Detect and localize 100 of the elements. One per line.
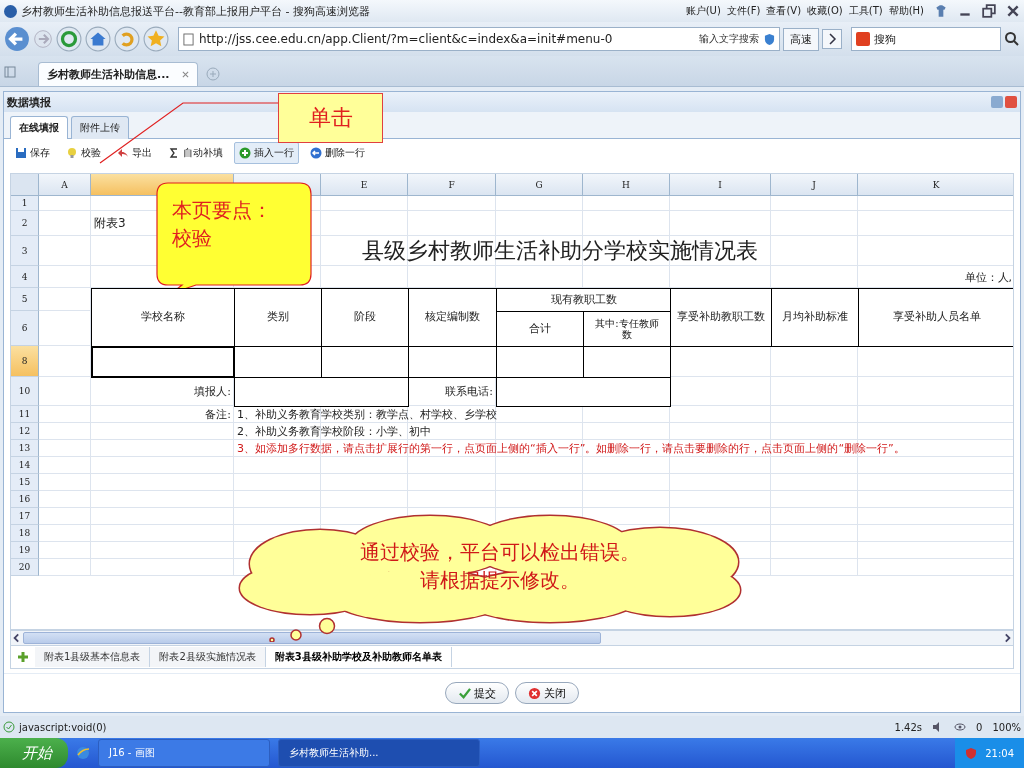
- toolbar-button[interactable]: 导出: [112, 142, 157, 164]
- menu-item[interactable]: 文件(F): [726, 4, 761, 18]
- check-circle-icon: [3, 721, 15, 733]
- reporter-label: 填报人:: [193, 384, 232, 400]
- note-box: 单击: [278, 93, 383, 143]
- table-header: 享受补助教职工数: [670, 288, 772, 347]
- column-header[interactable]: K: [858, 174, 1013, 196]
- table-header: 其中:专任教师数: [583, 311, 671, 347]
- remark-text: 2、补助义务教育学校阶段：小学、初中: [236, 424, 432, 440]
- shield-icon: [764, 32, 775, 46]
- column-header[interactable]: H: [583, 174, 670, 196]
- restore-icon[interactable]: [982, 4, 996, 18]
- sheet-title: 县级乡村教师生活补助分学校实施情况表: [361, 237, 759, 265]
- close-tab-icon[interactable]: [181, 71, 189, 78]
- sigma-icon: [168, 147, 180, 159]
- row-header[interactable]: 5: [11, 288, 39, 311]
- zoom-level[interactable]: 100%: [992, 721, 1021, 733]
- skin-icon[interactable]: [934, 4, 948, 18]
- cloud-text: 请根据提示修改。: [420, 567, 580, 594]
- column-header[interactable]: I: [670, 174, 771, 196]
- column-header[interactable]: A: [39, 174, 91, 196]
- row-header[interactable]: 17: [11, 508, 39, 525]
- close-icon: [528, 686, 541, 700]
- phone-label: 联系电话:: [444, 384, 494, 400]
- row-header[interactable]: 2: [11, 211, 39, 236]
- table-cell[interactable]: [496, 346, 584, 378]
- menu-item[interactable]: 账户(U): [685, 4, 721, 18]
- row-header[interactable]: 12: [11, 423, 39, 440]
- menu-item[interactable]: 工具(T): [848, 4, 883, 18]
- table-cell[interactable]: [408, 346, 497, 378]
- table-cell[interactable]: [321, 346, 409, 378]
- column-header[interactable]: G: [496, 174, 583, 196]
- row-header[interactable]: 3: [11, 236, 39, 266]
- table-cell[interactable]: [583, 346, 671, 378]
- row-header[interactable]: 4: [11, 266, 39, 288]
- row-header[interactable]: 10: [11, 377, 39, 406]
- blocked-count: 0: [976, 721, 983, 733]
- browser-icon[interactable]: [76, 746, 90, 760]
- reporter-field[interactable]: [234, 377, 409, 407]
- toolbar-button[interactable]: 删除一行: [305, 142, 370, 164]
- phone-field[interactable]: [496, 377, 671, 407]
- close-button[interactable]: 关闭: [515, 682, 579, 704]
- sheet-tab[interactable]: 附表1县级基本信息表: [35, 647, 151, 667]
- toolbar-button[interactable]: 保存: [10, 142, 55, 164]
- menu-item[interactable]: 收藏(O): [807, 4, 843, 18]
- sheet-tab[interactable]: 附表2县级实施情况表: [150, 647, 266, 667]
- form-tab[interactable]: 附件上传: [71, 116, 129, 139]
- menu-item[interactable]: 帮助(H): [888, 4, 924, 18]
- save-icon: [15, 147, 27, 159]
- submit-button[interactable]: 提交: [445, 682, 509, 704]
- toolbar-button[interactable]: 插入一行: [234, 142, 299, 164]
- remark-text: 3、如添加多行数据，请点击扩展行的第一行，点页面上侧的“插入一行”。如删除一行，请点击要删除的行，点击页面上侧的“删除一行”。: [236, 441, 906, 457]
- speed-mode-button[interactable]: 高速: [783, 27, 819, 51]
- row-header[interactable]: 14: [11, 457, 39, 474]
- row-header[interactable]: 1: [11, 196, 39, 211]
- column-header[interactable]: J: [771, 174, 858, 196]
- search-field[interactable]: 搜狗: [851, 27, 1001, 51]
- table-header: 享受补助人员名单: [858, 288, 1013, 347]
- row-header[interactable]: 13: [11, 440, 39, 457]
- panel-title: 数据填报: [7, 94, 51, 110]
- row-header[interactable]: 15: [11, 474, 39, 491]
- taskbar-item[interactable]: J16 - 画图: [98, 739, 270, 767]
- toolbar-button[interactable]: 自动补填: [163, 142, 228, 164]
- table-header: 核定编制数: [408, 288, 497, 347]
- row-header[interactable]: 20: [11, 559, 39, 576]
- taskbar-item[interactable]: 乡村教师生活补助...: [278, 739, 480, 767]
- page-icon: [183, 32, 194, 46]
- search-icon[interactable]: [1004, 31, 1020, 47]
- refresh-icon[interactable]: [56, 26, 82, 52]
- clock: 21:04: [985, 747, 1014, 759]
- row-header[interactable]: 11: [11, 406, 39, 423]
- form-tab[interactable]: 在线填报: [10, 116, 68, 139]
- unit-label: 单位：人,: [963, 269, 1013, 286]
- close-icon[interactable]: [1006, 4, 1020, 18]
- plus-icon: [239, 147, 251, 159]
- row-header[interactable]: 8: [11, 346, 39, 377]
- column-header[interactable]: E: [321, 174, 408, 196]
- home-icon[interactable]: [85, 26, 111, 52]
- row-header[interactable]: 19: [11, 542, 39, 559]
- sheet-label: 附表3: [93, 215, 127, 232]
- eye-icon[interactable]: [954, 721, 967, 733]
- chevron-icon[interactable]: [822, 29, 842, 49]
- browser-logo-icon: [4, 4, 17, 18]
- load-time: 1.42s: [894, 721, 923, 733]
- column-header[interactable]: F: [408, 174, 496, 196]
- table-header: 类别: [234, 288, 322, 347]
- add-sheet-icon[interactable]: [17, 651, 29, 663]
- row-header[interactable]: 6: [11, 311, 39, 346]
- table-header: 月均补助标准: [771, 288, 859, 347]
- table-header: 合计: [496, 311, 584, 347]
- table-cell[interactable]: [91, 346, 235, 378]
- table-cell[interactable]: [234, 346, 322, 378]
- table-header: 阶段: [321, 288, 409, 347]
- toolbar-button[interactable]: 校验: [61, 142, 106, 164]
- browser-tab[interactable]: 乡村教师生活补助信息...: [38, 62, 198, 86]
- scrollbar-thumb[interactable]: [23, 632, 601, 644]
- row-header[interactable]: 18: [11, 525, 39, 542]
- address-field[interactable]: http://jss.cee.edu.cn/app.Client/?m=client&c=index&a=init#menu-0 输入文字搜索: [178, 27, 780, 51]
- menu-item[interactable]: 查看(V): [766, 4, 802, 18]
- row-header[interactable]: 16: [11, 491, 39, 508]
